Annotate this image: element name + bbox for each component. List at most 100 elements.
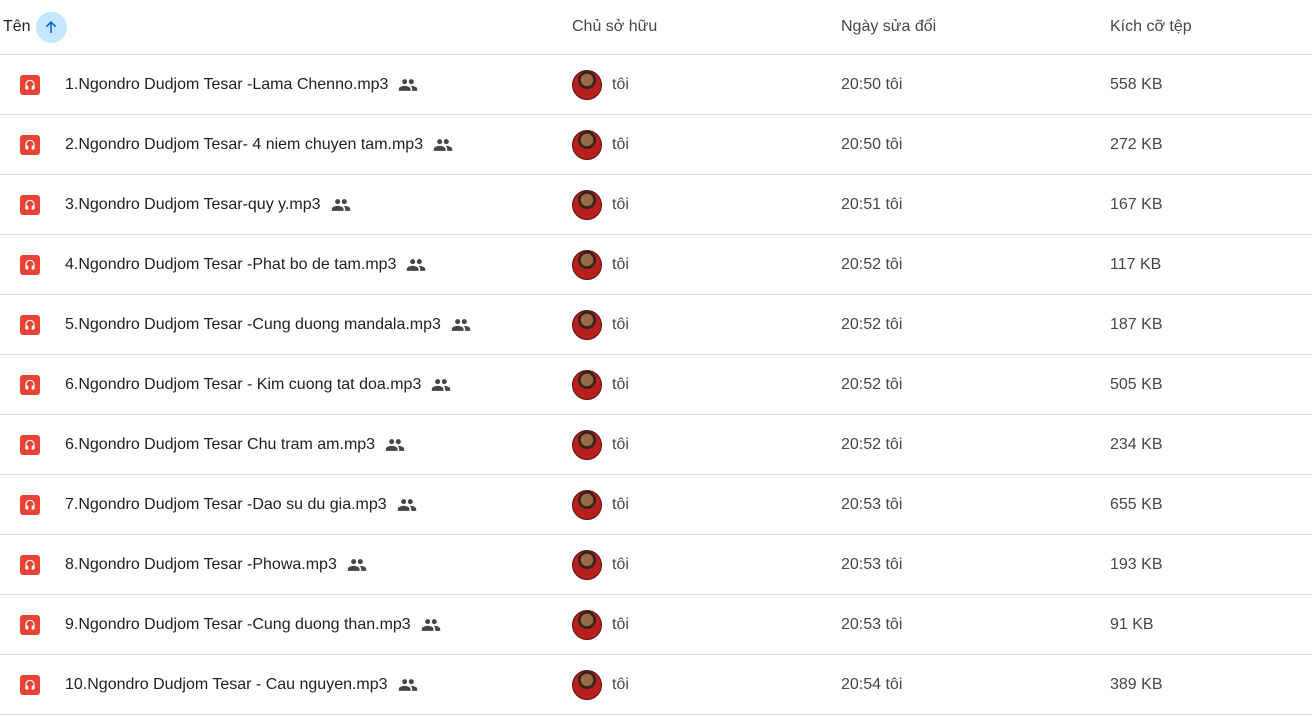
file-name[interactable]: 1.Ngondro Dudjom Tesar -Lama Chenno.mp3 [65,76,388,94]
name-column-label[interactable]: Tên [3,18,31,36]
avatar [572,669,602,700]
file-size: 167 KB [1110,195,1163,213]
file-name-cell[interactable]: 5.Ngondro Dudjom Tesar -Cung duong manda… [65,295,471,354]
file-name-cell[interactable]: 6.Ngondro Dudjom Tesar Chu tram am.mp3 [65,415,405,474]
avatar [572,249,602,280]
avatar [572,609,602,640]
audio-file-icon [20,375,40,395]
file-list: 1.Ngondro Dudjom Tesar -Lama Chenno.mp3 … [0,55,1312,715]
audio-file-icon [20,675,40,695]
shared-people-icon [433,135,453,155]
name-column-header[interactable]: Tên [3,0,67,54]
file-name-cell[interactable]: 4.Ngondro Dudjom Tesar -Phat bo de tam.m… [65,235,426,294]
audio-file-icon [20,615,40,635]
table-row[interactable]: 7.Ngondro Dudjom Tesar -Dao su du gia.mp… [0,475,1312,535]
file-name-cell[interactable]: 10.Ngondro Dudjom Tesar - Cau nguyen.mp3 [65,655,418,714]
avatar [572,489,602,520]
modified-date: 20:54 tôi [841,675,903,693]
file-name[interactable]: 6.Ngondro Dudjom Tesar Chu tram am.mp3 [65,436,375,454]
arrow-up-icon [45,21,57,33]
audio-file-icon [20,555,40,575]
owner-name: tôi [612,435,629,453]
file-size: 558 KB [1110,75,1163,93]
shared-people-icon [421,615,441,635]
audio-file-icon [20,435,40,455]
file-name[interactable]: 2.Ngondro Dudjom Tesar- 4 niem chuyen ta… [65,136,423,154]
table-row[interactable]: 1.Ngondro Dudjom Tesar -Lama Chenno.mp3 … [0,55,1312,115]
modified-column-header[interactable]: Ngày sửa đổi [841,0,936,54]
sort-ascending-button[interactable] [35,11,67,43]
file-name-cell[interactable]: 1.Ngondro Dudjom Tesar -Lama Chenno.mp3 [65,55,418,114]
file-name-cell[interactable]: 7.Ngondro Dudjom Tesar -Dao su du gia.mp… [65,475,417,534]
table-row[interactable]: 10.Ngondro Dudjom Tesar - Cau nguyen.mp3… [0,655,1312,715]
owner-name: tôi [612,375,629,393]
owner-name: tôi [612,315,629,333]
owner-name: tôi [612,255,629,273]
avatar [572,369,602,400]
file-size: 117 KB [1110,255,1162,273]
file-name-cell[interactable]: 3.Ngondro Dudjom Tesar-quy y.mp3 [65,175,351,234]
owner-column-header[interactable]: Chủ sở hữu [572,0,657,54]
owner-name: tôi [612,135,629,153]
modified-date: 20:52 tôi [841,435,903,453]
table-row[interactable]: 3.Ngondro Dudjom Tesar-quy y.mp3 tôi 20:… [0,175,1312,235]
file-name[interactable]: 8.Ngondro Dudjom Tesar -Phowa.mp3 [65,556,337,574]
modified-date: 20:52 tôi [841,315,903,333]
shared-people-icon [385,435,405,455]
owner-name: tôi [612,195,629,213]
table-row[interactable]: 4.Ngondro Dudjom Tesar -Phat bo de tam.m… [0,235,1312,295]
file-size: 272 KB [1110,135,1163,153]
file-name[interactable]: 5.Ngondro Dudjom Tesar -Cung duong manda… [65,316,441,334]
table-row[interactable]: 6.Ngondro Dudjom Tesar - Kim cuong tat d… [0,355,1312,415]
file-size: 505 KB [1110,375,1163,393]
avatar [572,309,602,340]
file-name-cell[interactable]: 6.Ngondro Dudjom Tesar - Kim cuong tat d… [65,355,451,414]
file-size: 187 KB [1110,315,1163,333]
owner-name: tôi [612,495,629,513]
owner-cell: tôi [572,415,629,474]
file-name[interactable]: 7.Ngondro Dudjom Tesar -Dao su du gia.mp… [65,496,387,514]
owner-cell: tôi [572,115,629,174]
avatar [572,69,602,100]
file-size: 655 KB [1110,495,1163,513]
file-name[interactable]: 3.Ngondro Dudjom Tesar-quy y.mp3 [65,196,321,214]
avatar [572,189,602,220]
file-size: 193 KB [1110,555,1163,573]
file-name[interactable]: 4.Ngondro Dudjom Tesar -Phat bo de tam.m… [65,256,396,274]
table-row[interactable]: 5.Ngondro Dudjom Tesar -Cung duong manda… [0,295,1312,355]
file-size: 389 KB [1110,675,1163,693]
owner-cell: tôi [572,55,629,114]
table-row[interactable]: 2.Ngondro Dudjom Tesar- 4 niem chuyen ta… [0,115,1312,175]
table-row[interactable]: 8.Ngondro Dudjom Tesar -Phowa.mp3 tôi 20… [0,535,1312,595]
shared-people-icon [397,495,417,515]
file-name[interactable]: 10.Ngondro Dudjom Tesar - Cau nguyen.mp3 [65,676,388,694]
file-name-cell[interactable]: 9.Ngondro Dudjom Tesar -Cung duong than.… [65,595,441,654]
file-name-cell[interactable]: 2.Ngondro Dudjom Tesar- 4 niem chuyen ta… [65,115,453,174]
owner-cell: tôi [572,655,629,714]
file-name-cell[interactable]: 8.Ngondro Dudjom Tesar -Phowa.mp3 [65,535,367,594]
owner-cell: tôi [572,595,629,654]
modified-date: 20:50 tôi [841,135,903,153]
shared-people-icon [331,195,351,215]
audio-file-icon [20,495,40,515]
owner-cell: tôi [572,355,629,414]
modified-date: 20:53 tôi [841,555,903,573]
owner-name: tôi [612,555,629,573]
audio-file-icon [20,255,40,275]
shared-people-icon [347,555,367,575]
file-name[interactable]: 6.Ngondro Dudjom Tesar - Kim cuong tat d… [65,376,421,394]
owner-name: tôi [612,615,629,633]
size-column-header[interactable]: Kích cỡ tệp [1110,0,1192,54]
audio-file-icon [20,135,40,155]
file-size: 91 KB [1110,615,1154,633]
table-row[interactable]: 9.Ngondro Dudjom Tesar -Cung duong than.… [0,595,1312,655]
owner-cell: tôi [572,295,629,354]
modified-date: 20:53 tôi [841,495,903,513]
owner-cell: tôi [572,535,629,594]
owner-cell: tôi [572,475,629,534]
modified-date: 20:52 tôi [841,255,903,273]
table-row[interactable]: 6.Ngondro Dudjom Tesar Chu tram am.mp3 t… [0,415,1312,475]
owner-cell: tôi [572,175,629,234]
file-name[interactable]: 9.Ngondro Dudjom Tesar -Cung duong than.… [65,616,411,634]
audio-file-icon [20,315,40,335]
